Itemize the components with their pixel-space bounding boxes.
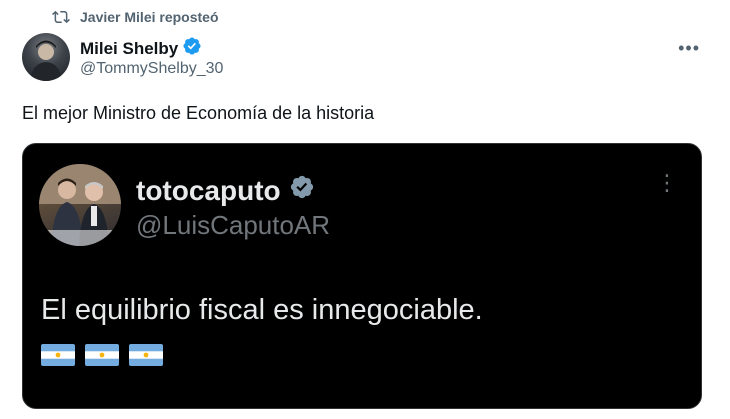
quoted-author-avatar[interactable] <box>39 164 121 246</box>
more-options-button[interactable]: ••• <box>678 38 700 59</box>
author-name[interactable]: Milei Shelby <box>80 39 178 59</box>
argentina-flag-icon <box>85 344 119 366</box>
quoted-author-name[interactable]: totocaputo <box>136 175 281 207</box>
repost-text: Javier Milei reposteó <box>80 9 219 25</box>
argentina-flag-icon <box>41 344 75 366</box>
post-text: El mejor Ministro de Economía de la hist… <box>22 103 375 123</box>
author-handle[interactable]: @TommyShelby_30 <box>80 60 223 78</box>
quoted-post-card[interactable]: totocaputo @LuisCaputoAR ⋮ El equilibrio… <box>22 143 702 409</box>
verified-badge-gray-icon <box>289 174 315 207</box>
quoted-more-options-icon: ⋮ <box>656 170 679 195</box>
verified-badge-icon <box>182 36 202 61</box>
repost-icon <box>52 8 70 26</box>
flag-emoji-row <box>41 344 163 366</box>
repost-indicator[interactable]: Javier Milei reposteó <box>52 8 219 26</box>
quoted-author-handle[interactable]: @LuisCaputoAR <box>136 210 330 241</box>
author-avatar[interactable] <box>22 33 70 81</box>
argentina-flag-icon <box>129 344 163 366</box>
quoted-post-text: El equilibrio fiscal es innegociable. <box>41 294 483 326</box>
